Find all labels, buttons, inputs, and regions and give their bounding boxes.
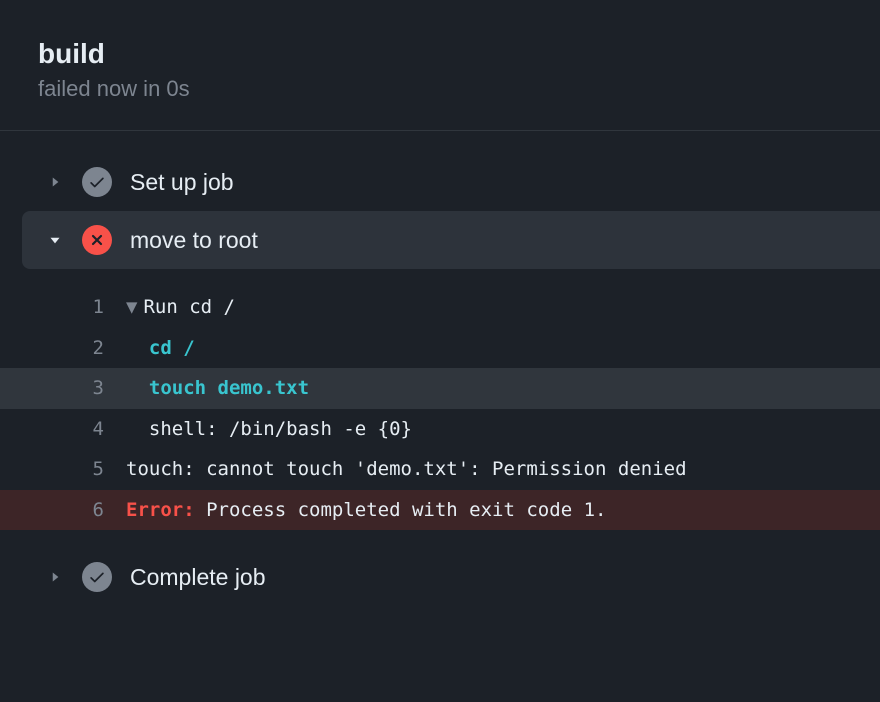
log-line-error[interactable]: 6 Error: Process completed with exit cod…	[0, 490, 880, 531]
job-status: failed now in 0s	[38, 76, 842, 102]
log-line[interactable]: 5 touch: cannot touch 'demo.txt': Permis…	[0, 449, 880, 490]
log-line[interactable]: 4 shell: /bin/bash -e {0}	[0, 409, 880, 450]
log-line[interactable]: 3 touch demo.txt	[0, 368, 880, 409]
collapse-toggle-icon[interactable]: ▼	[126, 296, 137, 318]
line-number: 6	[0, 496, 126, 525]
check-circle-icon	[82, 562, 112, 592]
step-move-to-root[interactable]: move to root	[22, 211, 880, 269]
chevron-right-icon	[46, 173, 64, 191]
step-name: move to root	[130, 227, 258, 254]
line-number: 5	[0, 455, 126, 484]
step-name: Complete job	[130, 564, 266, 591]
step-name: Set up job	[130, 169, 234, 196]
line-content: Error: Process completed with exit code …	[126, 496, 606, 525]
line-content: touch demo.txt	[126, 374, 309, 403]
x-circle-icon	[82, 225, 112, 255]
line-number: 3	[0, 374, 126, 403]
steps-list: Set up job move to root 1 ▼Run cd / 2 cd…	[0, 131, 880, 606]
line-content: touch: cannot touch 'demo.txt': Permissi…	[126, 455, 687, 484]
line-number: 4	[0, 415, 126, 444]
log-output: 1 ▼Run cd / 2 cd / 3 touch demo.txt 4 sh…	[0, 269, 880, 548]
job-header: build failed now in 0s	[0, 0, 880, 131]
chevron-down-icon	[46, 231, 64, 249]
chevron-right-icon	[46, 568, 64, 586]
line-number: 1	[0, 293, 126, 322]
step-set-up-job[interactable]: Set up job	[0, 153, 880, 211]
line-number: 2	[0, 334, 126, 363]
check-circle-icon	[82, 167, 112, 197]
line-content: cd /	[126, 334, 195, 363]
line-content: ▼Run cd /	[126, 293, 235, 322]
line-content: shell: /bin/bash -e {0}	[126, 415, 412, 444]
job-title: build	[38, 38, 842, 70]
step-complete-job[interactable]: Complete job	[0, 548, 880, 606]
log-line[interactable]: 2 cd /	[0, 328, 880, 369]
log-line[interactable]: 1 ▼Run cd /	[0, 287, 880, 328]
